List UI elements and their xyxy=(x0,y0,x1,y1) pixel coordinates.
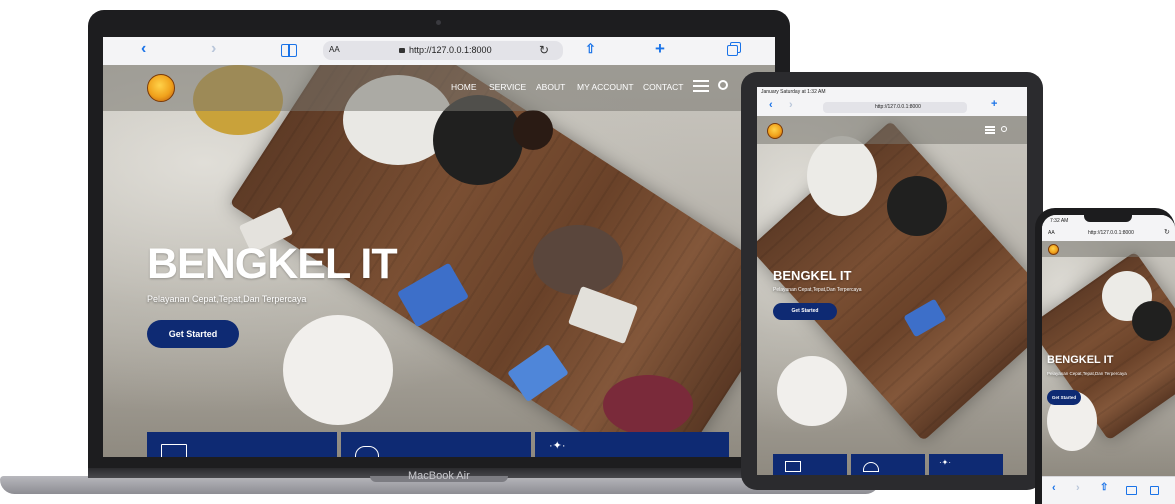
nav-service[interactable]: SERVICE xyxy=(489,82,526,92)
sparkle-icon: ·✦· xyxy=(549,440,566,452)
tablet-url-text[interactable]: http://127.0.0.1:8000 xyxy=(875,104,921,110)
lamp-icon xyxy=(355,446,379,457)
search-icon[interactable] xyxy=(718,80,728,90)
tablet-site-logo[interactable] xyxy=(767,123,783,139)
site-logo[interactable] xyxy=(147,74,175,102)
tablet-browser-toolbar: ‹ › http://127.0.0.1:8000 + xyxy=(757,98,1027,117)
chevron-right-icon[interactable]: › xyxy=(211,40,216,58)
lamp-icon xyxy=(863,462,879,472)
sparkle-icon: ·✦· xyxy=(939,458,952,467)
phone-hero-title: BENGKEL IT xyxy=(1047,354,1114,366)
hero-subtitle: Pelayanan Cepat,Tepat,Dan Terpercaya xyxy=(147,294,307,304)
tablet-hero-section: BENGKEL IT Pelayanan Cepat,Tepat,Dan Ter… xyxy=(757,116,1027,475)
laptop-browser-toolbar: ‹ › AA http://127.0.0.1:8000 ↻ ⇧ + xyxy=(103,37,775,66)
share-icon[interactable]: ⇧ xyxy=(1100,482,1108,493)
phone-device: 7:32 AM AA http://127.0.0.1:8000 ↻ BENGK… xyxy=(1035,208,1175,504)
chevron-left-icon[interactable]: ‹ xyxy=(141,40,146,58)
laptop-camera xyxy=(436,20,441,25)
phone-browser-toolbar: AA http://127.0.0.1:8000 ↻ xyxy=(1042,227,1175,242)
plus-icon[interactable]: + xyxy=(655,39,665,59)
phone-screen: 7:32 AM AA http://127.0.0.1:8000 ↻ BENGK… xyxy=(1042,215,1175,504)
tablet-hero-title: BENGKEL IT xyxy=(773,268,852,283)
nav-my-account[interactable]: MY ACCOUNT xyxy=(577,82,634,92)
phone-bottom-toolbar: ‹ › ⇧ xyxy=(1042,476,1175,504)
tablet-hero-subtitle: Pelayanan Cepat,Tepat,Dan Terpercaya xyxy=(773,287,862,293)
tablet-device: January Saturday at 1:32 AM ‹ › http://1… xyxy=(741,72,1043,490)
plus-icon[interactable]: + xyxy=(991,98,997,110)
lock-icon xyxy=(399,48,405,53)
hero-title: BENGKEL IT xyxy=(147,240,398,288)
hero-section: HOME SERVICE ABOUT MY ACCOUNT CONTACT BE… xyxy=(103,65,775,457)
tabs-icon[interactable] xyxy=(727,45,738,56)
tabs-icon[interactable] xyxy=(1150,486,1159,495)
book-icon[interactable] xyxy=(1126,486,1137,495)
get-started-button[interactable]: Get Started xyxy=(147,320,239,348)
url-text[interactable]: http://127.0.0.1:8000 xyxy=(409,45,492,55)
share-icon[interactable]: ⇧ xyxy=(585,41,596,57)
tablet-site-navbar xyxy=(757,116,1027,144)
phone-url-text[interactable]: http://127.0.0.1:8000 xyxy=(1088,230,1134,236)
phone-time: 7:32 AM xyxy=(1050,218,1069,224)
reader-mode-label[interactable]: AA xyxy=(329,45,340,54)
reload-icon[interactable]: ↻ xyxy=(539,43,549,57)
phone-status-bar: 7:32 AM xyxy=(1042,215,1175,227)
nav-home[interactable]: HOME xyxy=(451,82,477,92)
book-icon[interactable] xyxy=(281,44,297,57)
phone-site-logo[interactable] xyxy=(1048,244,1059,255)
laptop-label: MacBook Air xyxy=(408,470,470,482)
tablet-service-card-2 xyxy=(851,454,925,475)
computer-icon xyxy=(161,444,187,457)
tablet-status-bar: January Saturday at 1:32 AM xyxy=(757,87,1027,99)
tablet-service-card-1 xyxy=(773,454,847,475)
tablet-service-card-3: ·✦· xyxy=(929,454,1003,475)
chevron-right-icon[interactable]: › xyxy=(789,99,793,111)
tablet-status-text: January Saturday at 1:32 AM xyxy=(761,89,826,95)
phone-hero-subtitle: Pelayanan Cepat,Tepat,Dan Terpercaya xyxy=(1047,371,1127,376)
tablet-address-bar[interactable]: http://127.0.0.1:8000 xyxy=(823,102,967,113)
address-bar[interactable]: AA http://127.0.0.1:8000 ↻ xyxy=(323,41,563,60)
chevron-left-icon[interactable]: ‹ xyxy=(769,99,773,111)
search-icon[interactable] xyxy=(1001,126,1007,132)
phone-get-started-button[interactable]: Get Started xyxy=(1047,390,1081,405)
hamburger-icon[interactable] xyxy=(693,80,709,82)
service-card-3: ·✦· xyxy=(535,432,729,457)
reload-icon[interactable]: ↻ xyxy=(1164,228,1170,236)
laptop-screen: ‹ › AA http://127.0.0.1:8000 ↻ ⇧ + HOME … xyxy=(103,37,775,457)
tablet-get-started-button[interactable]: Get Started xyxy=(773,303,837,320)
phone-site-navbar xyxy=(1042,241,1175,257)
tablet-screen: January Saturday at 1:32 AM ‹ › http://1… xyxy=(757,87,1027,475)
service-card-2 xyxy=(341,432,531,457)
chevron-left-icon[interactable]: ‹ xyxy=(1052,482,1056,494)
phone-reader-label[interactable]: AA xyxy=(1048,230,1055,236)
hamburger-icon[interactable] xyxy=(985,126,995,128)
computer-icon xyxy=(785,461,801,472)
site-navbar: HOME SERVICE ABOUT MY ACCOUNT CONTACT xyxy=(103,65,775,111)
nav-about[interactable]: ABOUT xyxy=(536,82,565,92)
nav-contact[interactable]: CONTACT xyxy=(643,82,683,92)
phone-hero-section: BENGKEL IT Pelayanan Cepat,Tepat,Dan Ter… xyxy=(1042,241,1175,476)
phone-notch xyxy=(1084,215,1132,222)
service-card-1 xyxy=(147,432,337,457)
chevron-right-icon[interactable]: › xyxy=(1076,482,1080,494)
